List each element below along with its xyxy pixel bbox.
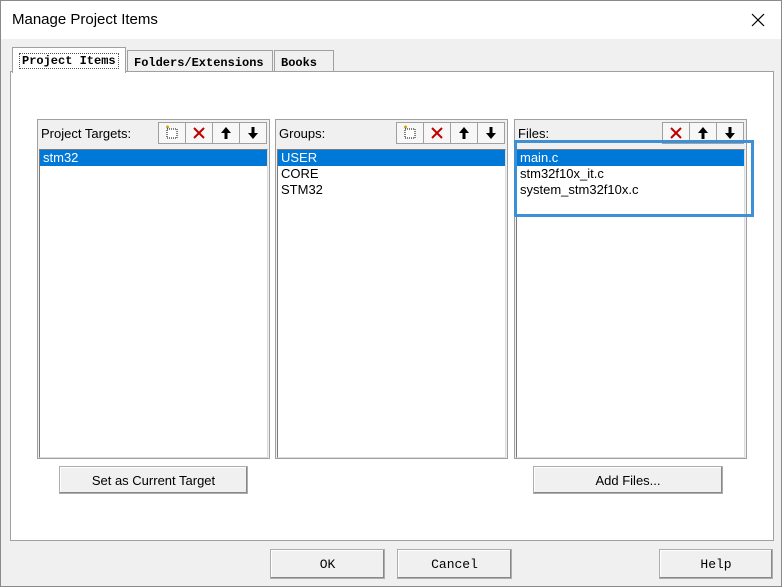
list-item[interactable]: CORE — [278, 166, 505, 182]
new-target-button[interactable] — [158, 122, 186, 144]
close-icon — [751, 13, 765, 27]
delete-icon — [670, 127, 682, 139]
files-toolbar — [662, 122, 744, 144]
project-targets-toolbar — [158, 122, 267, 144]
list-item[interactable]: USER — [278, 150, 505, 166]
project-targets-header: Project Targets: — [38, 120, 269, 146]
new-item-icon — [166, 125, 178, 139]
set-current-target-button[interactable]: Set as Current Target — [59, 466, 248, 494]
cancel-button[interactable]: Cancel — [397, 549, 512, 579]
move-target-up-button[interactable] — [212, 122, 240, 144]
project-targets-group: Project Targets: stm32 — [37, 119, 270, 459]
groups-group: Groups: USER CORE STM32 — [275, 119, 508, 459]
delete-icon — [431, 127, 443, 139]
list-item[interactable]: system_stm32f10x.c — [517, 182, 744, 198]
files-group: Files: main.c stm32f10x_it.c system_stm3… — [514, 119, 747, 459]
add-files-button[interactable]: Add Files... — [533, 466, 723, 494]
list-item[interactable]: STM32 — [278, 182, 505, 198]
close-button[interactable] — [735, 1, 781, 39]
files-header: Files: — [515, 120, 746, 146]
groups-header: Groups: — [276, 120, 507, 146]
delete-group-button[interactable] — [423, 122, 451, 144]
delete-target-button[interactable] — [185, 122, 213, 144]
list-item[interactable]: main.c — [517, 150, 744, 166]
move-file-down-button[interactable] — [716, 122, 744, 144]
move-target-down-button[interactable] — [239, 122, 267, 144]
files-label: Files: — [518, 126, 550, 141]
tab-label: Folders/Extensions — [134, 55, 264, 70]
arrow-down-icon — [248, 127, 258, 139]
ok-button[interactable]: OK — [270, 549, 385, 579]
manage-project-items-dialog: Manage Project Items Project Items Folde… — [0, 0, 782, 587]
delete-icon — [193, 127, 205, 139]
title-bar: Manage Project Items — [1, 1, 781, 39]
help-button[interactable]: Help — [659, 549, 773, 579]
tab-project-items[interactable]: Project Items — [12, 47, 126, 73]
tab-label: Books — [281, 55, 318, 70]
arrow-up-icon — [459, 127, 469, 139]
list-item[interactable]: stm32 — [40, 150, 267, 166]
move-file-up-button[interactable] — [689, 122, 717, 144]
groups-label: Groups: — [279, 126, 326, 141]
arrow-up-icon — [698, 127, 708, 139]
window-title: Manage Project Items — [12, 11, 158, 28]
arrow-down-icon — [725, 127, 735, 139]
delete-file-button[interactable] — [662, 122, 690, 144]
new-group-button[interactable] — [396, 122, 424, 144]
groups-list[interactable]: USER CORE STM32 — [277, 149, 506, 458]
move-group-up-button[interactable] — [450, 122, 478, 144]
project-targets-label: Project Targets: — [41, 126, 132, 141]
tab-label: Project Items — [19, 52, 119, 69]
arrow-down-icon — [486, 127, 496, 139]
groups-toolbar — [396, 122, 505, 144]
new-item-icon — [404, 125, 416, 139]
files-list[interactable]: main.c stm32f10x_it.c system_stm32f10x.c — [516, 149, 745, 458]
list-item[interactable]: stm32f10x_it.c — [517, 166, 744, 182]
move-group-down-button[interactable] — [477, 122, 505, 144]
arrow-up-icon — [221, 127, 231, 139]
project-targets-list[interactable]: stm32 — [39, 149, 268, 458]
